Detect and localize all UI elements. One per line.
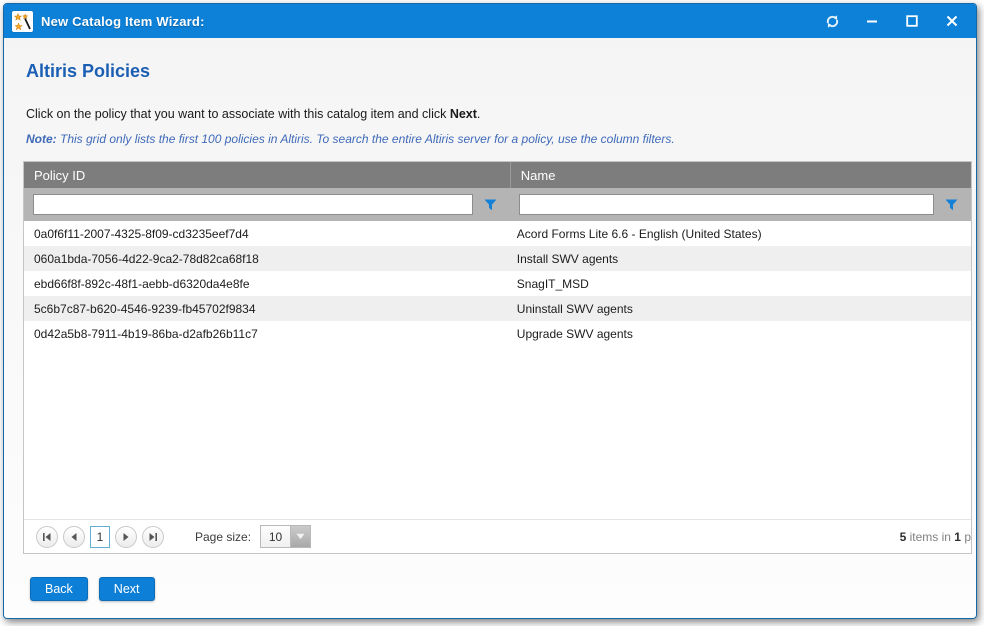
note-text: Note: This grid only lists the first 100… <box>26 132 972 146</box>
instruction-prefix: Click on the policy that you want to ass… <box>26 107 450 121</box>
name-filter-icon[interactable] <box>945 198 959 211</box>
page-size-dropdown[interactable]: 10 <box>260 525 311 548</box>
next-page-button[interactable] <box>115 526 137 548</box>
window-controls <box>824 13 960 29</box>
policy-id-filter-icon[interactable] <box>484 198 498 211</box>
wizard-body: Altiris Policies Click on the policy tha… <box>4 38 976 618</box>
policy-name-cell: Install SWV agents <box>510 252 971 266</box>
policy-id-cell: 060a1bda-7056-4d22-9ca2-78d82ca68f18 <box>24 252 510 266</box>
page-size-control: Page size: 10 <box>195 525 311 548</box>
wizard-app-icon <box>12 11 33 32</box>
next-button[interactable]: Next <box>99 577 155 601</box>
status-page-count: 1 <box>954 530 961 544</box>
note-body: This grid only lists the first 100 polic… <box>57 132 675 146</box>
policy-row[interactable]: ebd66f8f-892c-48f1-aebb-d6320da4e8fe Sna… <box>24 271 971 296</box>
policy-id-filter-input[interactable] <box>33 194 473 215</box>
prev-page-button[interactable] <box>63 526 85 548</box>
window-title: New Catalog Item Wizard: <box>41 14 205 29</box>
minimize-icon[interactable] <box>864 13 880 29</box>
grid-header-row: Policy ID Name <box>24 162 971 188</box>
policy-id-cell: 0d42a5b8-7911-4b19-86ba-d2afb26b11c7 <box>24 327 510 341</box>
wizard-footer: Back Next <box>30 577 972 601</box>
name-filter-input[interactable] <box>519 194 934 215</box>
instruction-text: Click on the policy that you want to ass… <box>26 107 972 121</box>
policies-grid: Policy ID Name 0a0f6f11-20 <box>23 161 972 554</box>
policy-row[interactable]: 060a1bda-7056-4d22-9ca2-78d82ca68f18 Ins… <box>24 246 971 271</box>
note-label: Note: <box>26 132 57 146</box>
policy-id-cell: 5c6b7c87-b620-4546-9239-fb45702f9834 <box>24 302 510 316</box>
policy-name-cell: SnagIT_MSD <box>510 277 971 291</box>
current-page-indicator[interactable]: 1 <box>90 526 110 548</box>
close-icon[interactable] <box>944 13 960 29</box>
policy-row[interactable]: 5c6b7c87-b620-4546-9239-fb45702f9834 Uni… <box>24 296 971 321</box>
wizard-window: New Catalog Item Wizard: <box>3 3 977 619</box>
policy-id-cell: 0a0f6f11-2007-4325-8f09-cd3235eef7d4 <box>24 227 510 241</box>
last-page-button[interactable] <box>142 526 164 548</box>
chevron-down-icon[interactable] <box>290 526 310 547</box>
policy-name-cell: Uninstall SWV agents <box>510 302 971 316</box>
page-size-value: 10 <box>261 526 290 547</box>
grid-filter-row <box>24 188 971 221</box>
grid-pager: 1 Page size: 10 5 items in 1 p <box>24 519 971 553</box>
page-size-label: Page size: <box>195 530 251 544</box>
pager-status-text: 5 items in 1 p <box>900 530 971 544</box>
instruction-suffix: . <box>477 107 480 121</box>
instruction-next-keyword: Next <box>450 107 477 121</box>
maximize-icon[interactable] <box>904 13 920 29</box>
policy-id-cell: ebd66f8f-892c-48f1-aebb-d6320da4e8fe <box>24 277 510 291</box>
title-bar: New Catalog Item Wizard: <box>4 4 976 38</box>
column-header-policy-id[interactable]: Policy ID <box>24 162 510 188</box>
back-button[interactable]: Back <box>30 577 88 601</box>
policy-id-filter-cell <box>24 188 510 221</box>
policy-row[interactable]: 0a0f6f11-2007-4325-8f09-cd3235eef7d4 Aco… <box>24 221 971 246</box>
policy-name-cell: Upgrade SWV agents <box>510 327 971 341</box>
policy-row[interactable]: 0d42a5b8-7911-4b19-86ba-d2afb26b11c7 Upg… <box>24 321 971 346</box>
refresh-icon[interactable] <box>824 13 840 29</box>
policy-name-cell: Acord Forms Lite 6.6 - English (United S… <box>510 227 971 241</box>
page-title: Altiris Policies <box>26 61 972 82</box>
column-header-name[interactable]: Name <box>510 162 971 188</box>
grid-empty-area <box>24 346 971 519</box>
name-filter-cell <box>510 188 971 221</box>
first-page-button[interactable] <box>36 526 58 548</box>
